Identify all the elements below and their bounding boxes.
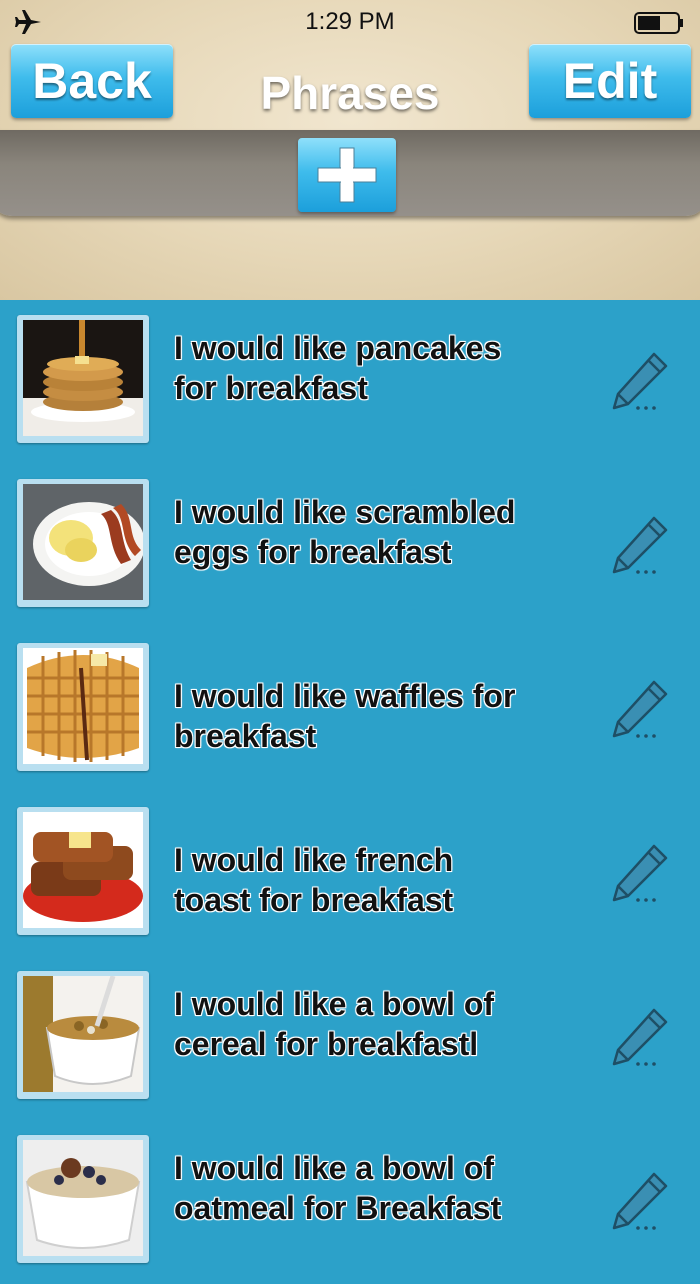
edit-pencil-icon[interactable] xyxy=(608,350,670,412)
phrase-text: I would like a bowl of cereal for breakf… xyxy=(174,986,495,1062)
pancakes-image xyxy=(23,320,143,436)
waffles-image xyxy=(23,648,143,764)
edit-pencil-icon[interactable] xyxy=(608,1006,670,1068)
list-item[interactable]: I would like a bowl of oatmeal for Break… xyxy=(0,1120,700,1284)
edit-pencil-icon[interactable] xyxy=(608,1170,670,1232)
phrase-image xyxy=(17,315,149,443)
phrase-text: I would like pancakes for breakfast xyxy=(174,330,502,406)
list-item[interactable]: I would like a bowl of cereal for breakf… xyxy=(0,956,700,1120)
phrase-image xyxy=(17,807,149,935)
phrase-image xyxy=(17,643,149,771)
phrase-text: I would like french toast for breakfast xyxy=(174,842,454,918)
phrase-image xyxy=(17,479,149,607)
phrase-image xyxy=(17,971,149,1099)
list-item[interactable]: I would like waffles for breakfast xyxy=(0,628,700,792)
list-item[interactable]: I would like scrambled eggs for breakfas… xyxy=(0,464,700,628)
phrase-text: I would like waffles for breakfast xyxy=(174,678,516,754)
oatmeal-image xyxy=(23,1140,143,1256)
french-toast-image xyxy=(23,812,143,928)
list-item[interactable]: I would like french toast for breakfast xyxy=(0,792,700,956)
cereal-image xyxy=(23,976,143,1092)
battery-icon xyxy=(634,12,683,34)
plus-icon xyxy=(317,147,377,203)
phrase-text: I would like a bowl of oatmeal for Break… xyxy=(174,1150,502,1226)
scrambled-eggs-image xyxy=(23,484,143,600)
edit-pencil-icon[interactable] xyxy=(608,678,670,740)
status-bar: 1:29 PM xyxy=(0,0,700,44)
edit-pencil-icon[interactable] xyxy=(608,514,670,576)
edit-button[interactable]: Edit xyxy=(529,44,691,118)
status-time: 1:29 PM xyxy=(305,8,395,35)
add-phrase-button[interactable] xyxy=(298,138,396,212)
edit-pencil-icon[interactable] xyxy=(608,842,670,904)
phrase-text: I would like scrambled eggs for breakfas… xyxy=(174,494,516,570)
list-item[interactable]: I would like pancakes for breakfast xyxy=(0,300,700,464)
